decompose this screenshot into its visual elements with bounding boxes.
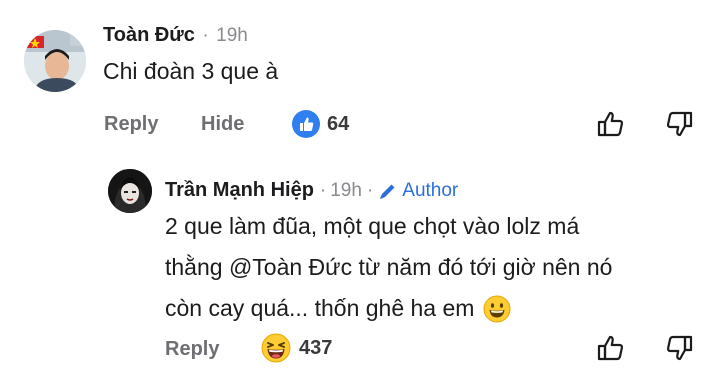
meta-separator: · bbox=[319, 179, 327, 201]
thumbs-down-icon[interactable] bbox=[664, 109, 694, 139]
comment-author-name[interactable]: Toàn Đức bbox=[103, 24, 195, 46]
reply-text: 2 que làm đũa, một que chọt vào lolz má … bbox=[165, 206, 612, 329]
avatar[interactable] bbox=[24, 30, 86, 92]
reply-timestamp[interactable]: 19h bbox=[330, 180, 362, 202]
author-badge: Author bbox=[402, 179, 459, 201]
reply-text-line: còn cay quá... thốn ghê ha em bbox=[165, 295, 475, 321]
reaction-count: 64 bbox=[327, 112, 350, 135]
laughing-emoji-icon bbox=[261, 333, 291, 363]
thumbs-up-icon[interactable] bbox=[596, 333, 626, 363]
reply-text-line: 2 que làm đũa, một que chọt vào lolz má bbox=[165, 213, 580, 239]
reaction-summary[interactable]: 64 bbox=[292, 109, 349, 139]
reaction-count: 437 bbox=[299, 336, 333, 359]
reply-button[interactable]: Reply bbox=[104, 113, 158, 136]
reply-button[interactable]: Reply bbox=[165, 338, 219, 361]
meta-separator: · bbox=[202, 25, 209, 46]
pencil-icon bbox=[378, 181, 398, 201]
meta-separator: · bbox=[366, 179, 374, 201]
comment-text: Chi đoàn 3 que à bbox=[103, 58, 279, 84]
thumbs-down-icon[interactable] bbox=[664, 333, 694, 363]
grinning-emoji-icon bbox=[483, 295, 511, 323]
avatar[interactable] bbox=[108, 169, 152, 213]
comment-timestamp[interactable]: 19h bbox=[216, 25, 248, 46]
hide-button[interactable]: Hide bbox=[201, 113, 244, 136]
like-icon bbox=[292, 110, 320, 138]
thumbs-up-icon[interactable] bbox=[596, 109, 626, 139]
reply-author-name[interactable]: Trần Mạnh Hiệp bbox=[165, 179, 314, 202]
reply-text-line: thằng @Toàn Đức từ năm đó tới giờ nên nó bbox=[165, 254, 613, 280]
reaction-summary[interactable]: 437 bbox=[261, 333, 332, 363]
